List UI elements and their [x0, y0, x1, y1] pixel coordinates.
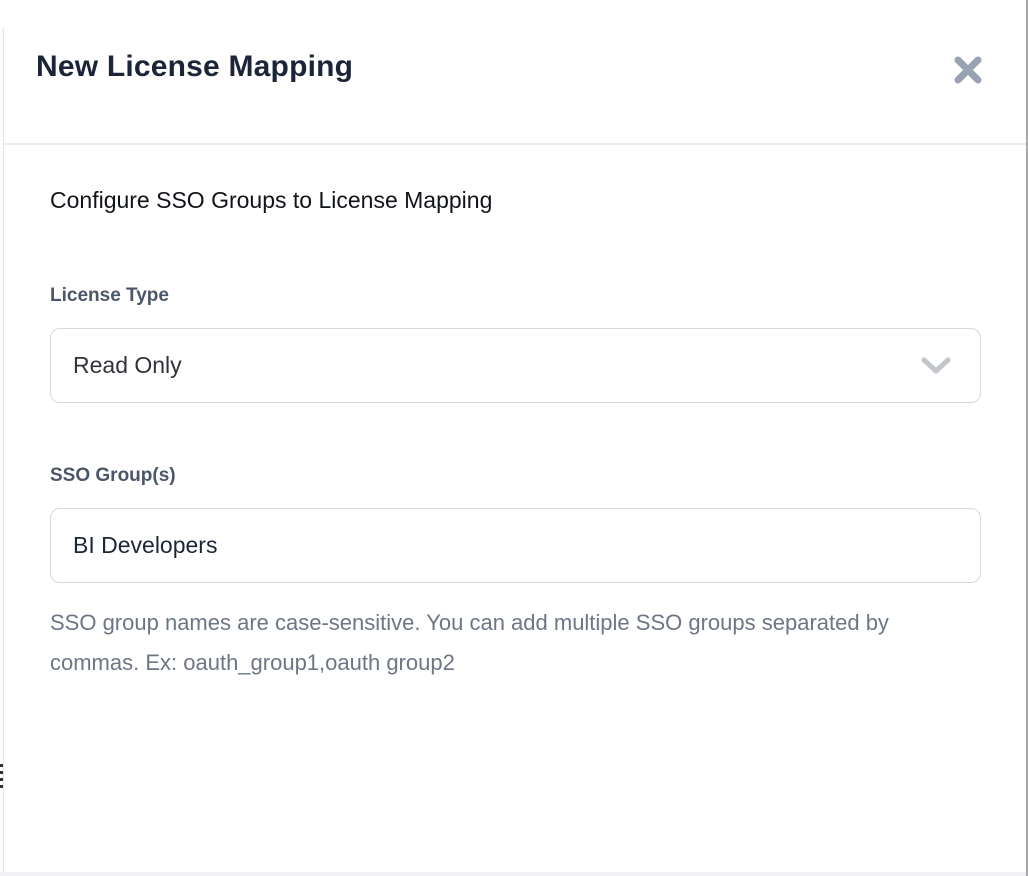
background-page-text-peek: [0, 764, 3, 792]
modal-title: New License Mapping: [36, 50, 353, 84]
license-type-label: License Type: [50, 285, 981, 307]
close-icon: [953, 56, 983, 84]
screen: New License Mapping Configure SSO Groups…: [0, 0, 1028, 876]
new-license-mapping-modal: New License Mapping Configure SSO Groups…: [5, 0, 1026, 876]
sso-groups-input[interactable]: [50, 508, 981, 583]
window-bottom-edge: [0, 872, 1026, 876]
license-type-select[interactable]: Read Only: [50, 328, 981, 403]
sso-groups-help-text: SSO group names are case-sensitive. You …: [50, 603, 895, 683]
modal-body: Configure SSO Groups to License Mapping …: [5, 145, 1026, 876]
license-type-selected-value: Read Only: [73, 352, 182, 379]
close-button[interactable]: [950, 52, 986, 88]
section-heading: Configure SSO Groups to License Mapping: [50, 187, 981, 214]
background-page-edge: [0, 28, 4, 876]
chevron-down-icon: [920, 356, 952, 376]
sso-groups-label: SSO Group(s): [50, 465, 981, 487]
modal-header: New License Mapping: [5, 0, 1026, 145]
